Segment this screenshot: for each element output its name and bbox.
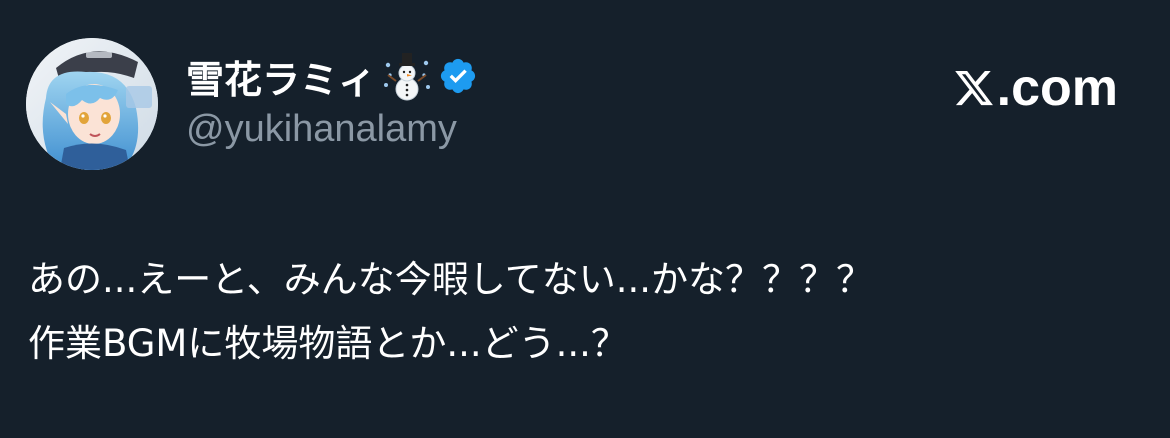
avatar-illustration: [26, 38, 158, 170]
tweet-text: あの...えーと、みんな今暇してない...かな？？？？ 作業BGMに牧場物語とか…: [28, 248, 1148, 376]
tweet-line: あの...えーと、みんな今暇してない...かな？？？？: [28, 258, 873, 301]
verified-badge-icon[interactable]: [438, 56, 478, 96]
x-logo-icon: [954, 70, 993, 106]
avatar[interactable]: [26, 38, 158, 170]
author-name-row: 雪花ラミィ: [186, 50, 478, 102]
x-brand[interactable]: .com: [953, 59, 1118, 117]
display-name[interactable]: 雪花ラミィ: [186, 49, 376, 104]
brand-label: .com: [996, 59, 1118, 117]
author-handle[interactable]: @yukihanalamy: [186, 108, 457, 151]
tweet-line: 作業BGMに牧場物語とか...どう...？: [28, 322, 628, 365]
snowman-with-snow-icon: [384, 53, 431, 101]
tweet-card: 雪花ラミィ @yukihanalamy .com あの...えーと、みんな今暇し…: [0, 0, 1170, 438]
